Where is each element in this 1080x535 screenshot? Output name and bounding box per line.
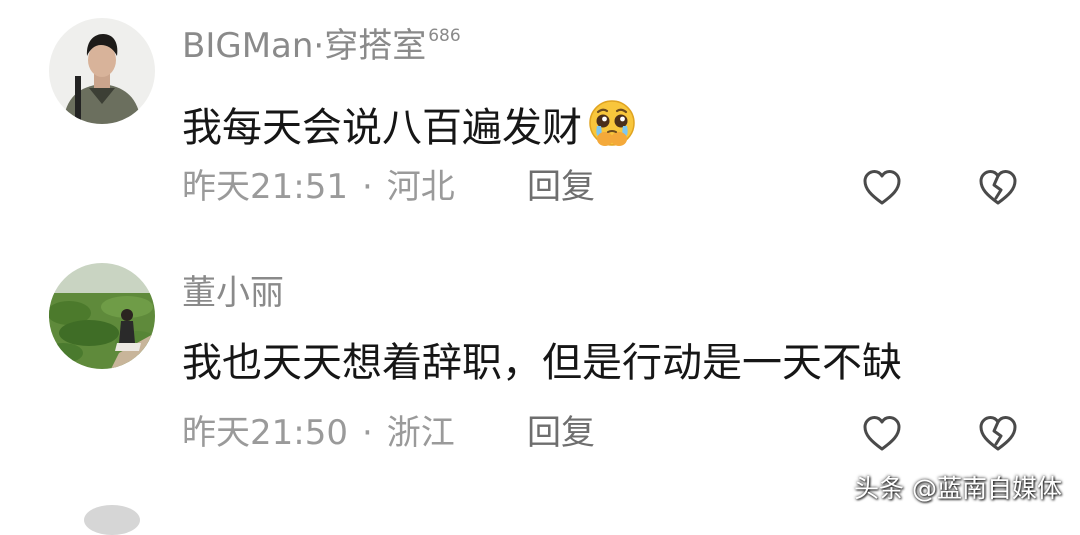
- meta-separator: ·: [361, 167, 373, 207]
- reply-button[interactable]: 回复: [527, 416, 595, 450]
- heart-outline-icon[interactable]: [861, 413, 903, 455]
- comment-text: 我也天天想着辞职，但是行动是一天不缺: [182, 343, 902, 383]
- author-name[interactable]: 董小丽: [182, 273, 284, 313]
- author-badge: 686: [428, 26, 461, 46]
- comment-text: 我每天会说八百遍发财: [182, 99, 640, 149]
- pleading-face-emoji: [589, 100, 635, 146]
- comment-meta: 昨天21:50 · 浙江: [182, 416, 455, 450]
- comment-author[interactable]: 董小丽: [182, 276, 284, 310]
- comment-location: 浙江: [386, 413, 455, 453]
- avatar-image: [49, 18, 155, 124]
- comment-time: 昨天21:51: [182, 167, 348, 207]
- broken-heart-icon[interactable]: [977, 167, 1019, 209]
- reply-button[interactable]: 回复: [527, 170, 595, 204]
- meta-separator: ·: [361, 413, 373, 453]
- comment-item: BIGMan·穿搭室 686 我每天会说八百遍发财 昨天21:51 · 河北 回复: [0, 0, 1080, 250]
- avatar[interactable]: [49, 18, 155, 124]
- heart-outline-icon[interactable]: [861, 167, 903, 209]
- comment-location: 河北: [386, 167, 455, 207]
- comment-meta: 昨天21:51 · 河北: [182, 170, 455, 204]
- avatar-image: [49, 263, 155, 369]
- avatar[interactable]: [84, 505, 140, 535]
- comment-item: 董小丽 我也天天想着辞职，但是行动是一天不缺 昨天21:50 · 浙江 回复: [0, 250, 1080, 500]
- watermark: 头条 @蓝南自媒体: [854, 474, 1062, 503]
- comment-time: 昨天21:50: [182, 413, 348, 453]
- comment-body: 我每天会说八百遍发财: [182, 105, 582, 151]
- broken-heart-icon[interactable]: [977, 413, 1019, 455]
- comment-body: 我也天天想着辞职，但是行动是一天不缺: [182, 340, 902, 386]
- author-name[interactable]: BIGMan·穿搭室: [182, 26, 426, 66]
- comment-author[interactable]: BIGMan·穿搭室 686: [182, 26, 461, 66]
- avatar[interactable]: [49, 263, 155, 369]
